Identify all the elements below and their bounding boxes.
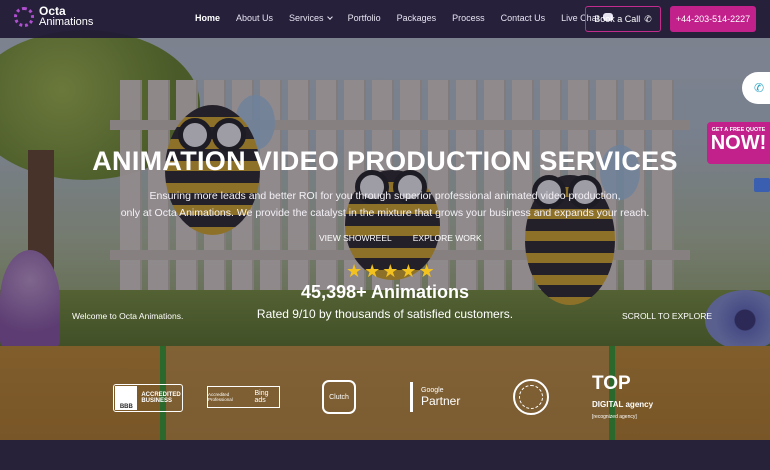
nav-item-about[interactable]: About Us [236,13,273,23]
free-quote-tab[interactable]: GET A FREE QUOTE NOW! [707,122,770,164]
bing-ads-badge: Accredited Professional Bing ads [207,386,280,408]
clutch-badge: Clutch [322,380,356,414]
hero-title: ANIMATION VIDEO PRODUCTION SERVICES [92,146,678,176]
nav-item-services[interactable]: Services [289,13,333,23]
top-navigation: Octa Animations Home About Us Services P… [0,0,770,38]
top-sub: [recognized agency] [592,413,637,420]
explore-work-link[interactable]: EXPLORE WORK [413,233,482,243]
nav-item-portfolio[interactable]: Portfolio [348,13,381,23]
nav-item-packages[interactable]: Packages [397,13,437,23]
logo-icon [14,7,34,27]
hero-subtitle-line2: only at Octa Animations. We provide the … [120,207,650,219]
google-line1: Google [421,386,444,394]
nav-item-process[interactable]: Process [452,13,485,23]
phone-number: +44-203-514-2227 [675,14,751,24]
bing-main: Bing ads [254,390,269,404]
logo-text: Octa Animations [39,5,94,28]
star-icon: ★ [418,261,435,281]
hero-links: VIEW SHOWREEL EXPLORE WORK [319,233,503,243]
top-main: TOP [592,372,631,394]
top-side: DIGITAL agency [592,399,654,409]
phone-icon: ✆ [753,81,765,95]
logo[interactable]: Octa Animations [14,5,94,28]
star-icon: ★ [364,261,381,281]
side-phone-button[interactable]: ✆ [742,72,770,104]
star-icon: ★ [400,261,417,281]
logo-line2: Animations [39,16,94,28]
bbb-badge: BBB ACCREDITED BUSINESS [113,384,183,412]
free-quote-big: NOW! [710,132,767,154]
top-agency-badge: TOP DIGITAL agency [recognized agency] [592,374,662,420]
view-showreel-link[interactable]: VIEW SHOWREEL [319,233,392,243]
book-call-button[interactable]: Book a Call ✆ [585,6,661,32]
star-icon: ★ [346,261,363,281]
nav-item-contact[interactable]: Contact Us [501,13,546,23]
phone-icon: ✆ [644,13,652,24]
nav-item-services-label: Services [289,13,324,23]
rating-stars: ★ ★ ★ ★ ★ [346,261,437,282]
animations-count: 45,398+ Animations [301,282,469,302]
bing-small: Accredited Professional [208,392,233,402]
google-partner-badge: Google Partner [410,382,470,412]
welcome-text: Welcome to Octa Animations. [72,311,184,321]
client-logos-strip [0,440,770,470]
seal-badge [513,379,549,415]
nav-item-home[interactable]: Home [195,13,220,23]
hero-subtitle-line1: Ensuring more leads and better ROI for y… [149,190,621,202]
chevron-down-icon [326,14,333,20]
clutch-label: Clutch [329,393,349,401]
scroll-to-explore[interactable]: SCROLL TO EXPLORE [622,311,712,321]
book-call-label: Book a Call [594,14,641,24]
bbb-line2: BUSINESS [141,398,173,404]
seal-inner [519,385,543,409]
nav-menu: Home About Us Services Portfolio Package… [195,13,629,23]
phone-number-button[interactable]: +44-203-514-2227 [670,6,756,32]
bbb-mark: BBB [115,386,138,410]
star-icon: ★ [382,261,399,281]
side-chat-icon[interactable] [754,178,770,192]
google-line2: Partner [421,393,461,408]
